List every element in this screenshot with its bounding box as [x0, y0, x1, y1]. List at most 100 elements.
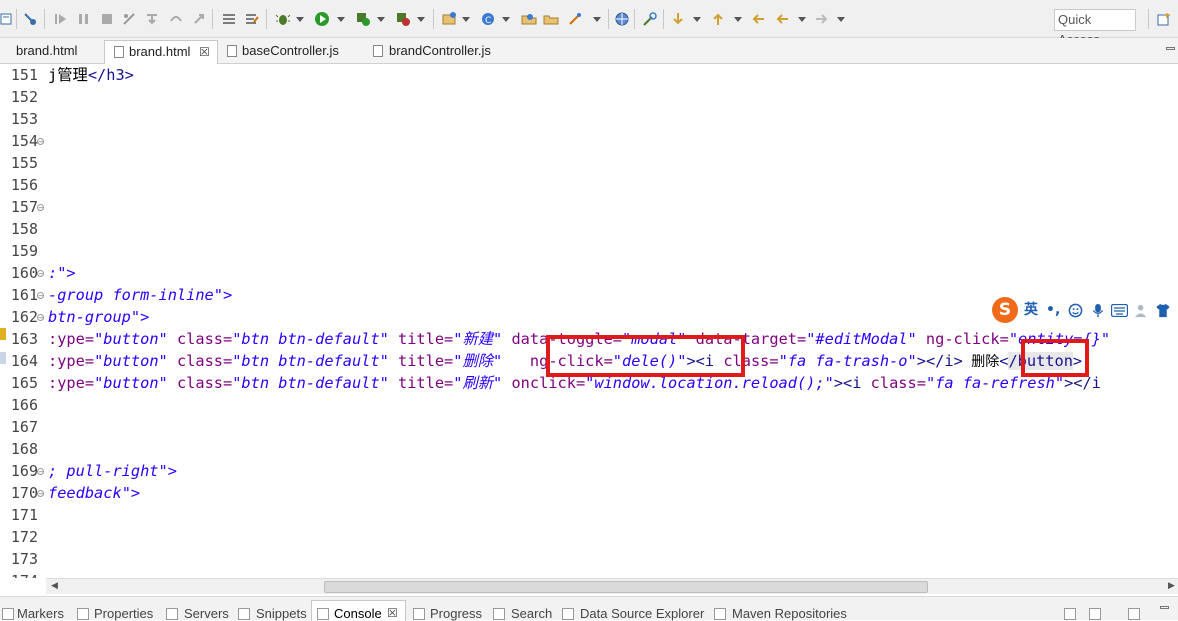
tab-markers[interactable]: Markers	[17, 606, 64, 621]
run-launcher-icon[interactable]	[567, 11, 583, 27]
line-number: 160	[10, 264, 38, 282]
toggle-mark-icon[interactable]	[244, 11, 260, 27]
search-pen-icon[interactable]	[642, 11, 658, 27]
next-annotation-icon[interactable]	[670, 11, 686, 27]
tab-servers[interactable]: Servers	[184, 606, 229, 621]
user-settings-icon[interactable]	[1134, 303, 1149, 318]
js-file-icon	[227, 45, 237, 57]
new-class-icon[interactable]: C	[480, 11, 496, 27]
step-into-icon[interactable]	[144, 11, 160, 27]
toolbar-separator	[266, 9, 267, 29]
launcher-dropdown-icon[interactable]	[593, 17, 601, 22]
toolbar-separator	[608, 9, 609, 29]
scroll-right-icon[interactable]: ▶	[1168, 581, 1175, 591]
skin-icon[interactable]	[1155, 303, 1171, 318]
skip-breakpoints-icon[interactable]	[22, 11, 38, 27]
new-server-icon[interactable]	[441, 11, 457, 27]
scroll-left-icon[interactable]: ◀	[51, 581, 58, 591]
horizontal-scrollbar[interactable]: ◀ ▶	[46, 578, 1178, 594]
run-server-dropdown-icon[interactable]	[377, 17, 385, 22]
tab-brandcontroller-js[interactable]: brandController.js	[368, 40, 508, 64]
close-icon[interactable]: ☒	[387, 606, 398, 620]
quick-access-field[interactable]: Quick Access	[1054, 9, 1136, 47]
line-number: 154	[10, 132, 38, 150]
svg-text:C: C	[485, 16, 491, 26]
external-tools-dropdown-icon[interactable]	[417, 17, 425, 22]
markers-icon	[2, 608, 14, 620]
ime-toolbar[interactable]: S 英 •,	[992, 296, 1178, 324]
ime-language-toggle[interactable]: 英	[1024, 300, 1038, 320]
step-over-icon[interactable]	[168, 11, 184, 27]
search-icon	[493, 608, 505, 620]
tab-basecontroller-js[interactable]: baseController.js	[222, 40, 362, 64]
new-class-dropdown-icon[interactable]	[502, 17, 510, 22]
emoji-icon[interactable]	[1068, 303, 1083, 318]
ime-punctuation-toggle[interactable]: •,	[1046, 300, 1060, 320]
open-perspective-icon[interactable]	[1156, 11, 1172, 27]
microphone-icon[interactable]	[1091, 303, 1105, 318]
tab-brand-html-2[interactable]: brand.html ☒	[104, 40, 218, 64]
suspend-icon[interactable]	[76, 11, 92, 27]
globe-icon[interactable]	[614, 11, 630, 27]
external-tools-icon[interactable]	[395, 11, 411, 27]
forward-dropdown-icon[interactable]	[837, 17, 845, 22]
highlight-box-ng-click	[546, 335, 745, 377]
run-server-icon[interactable]	[355, 11, 371, 27]
debug-icon[interactable]	[275, 11, 291, 27]
open-folder-icon[interactable]	[543, 11, 559, 27]
next-annotation-dropdown-icon[interactable]	[693, 17, 701, 22]
debug-dropdown-icon[interactable]	[296, 17, 304, 22]
tab-progress[interactable]: Progress	[430, 606, 482, 621]
resume-icon[interactable]	[53, 11, 69, 27]
run-icon[interactable]	[314, 11, 330, 27]
window-icon[interactable]	[0, 11, 16, 27]
tab-brand-html-1[interactable]: brand.html	[0, 40, 100, 64]
last-edit-icon[interactable]	[750, 11, 766, 27]
keyboard-icon[interactable]	[1111, 304, 1128, 317]
line-number: 171	[10, 506, 38, 524]
snippets-icon	[238, 608, 250, 620]
open-console-icon[interactable]	[1128, 608, 1140, 620]
pin-icon[interactable]	[1064, 608, 1076, 620]
forward-icon[interactable]	[814, 11, 830, 27]
tab-data-source-explorer[interactable]: Data Source Explorer	[580, 606, 704, 621]
line-number: 158	[10, 220, 38, 238]
minimize-icon[interactable]	[1160, 606, 1169, 609]
scrollbar-thumb[interactable]	[324, 581, 928, 593]
line-number: 173	[10, 550, 38, 568]
line-number: 168	[10, 440, 38, 458]
code-editor[interactable]: − − − − − − − j管理</h3> :"> -group form-i…	[0, 64, 1178, 578]
line-number: 156	[10, 176, 38, 194]
terminate-icon[interactable]	[99, 11, 115, 27]
previous-annotation-icon[interactable]	[710, 11, 726, 27]
data-source-icon	[562, 608, 574, 620]
open-type-icon[interactable]	[521, 11, 537, 27]
disconnect-icon[interactable]	[121, 11, 137, 27]
toolbar-separator	[433, 9, 434, 29]
line-number: 151	[10, 66, 38, 84]
tab-maven-repositories[interactable]: Maven Repositories	[732, 606, 847, 621]
back-icon[interactable]	[774, 11, 790, 27]
run-dropdown-icon[interactable]	[337, 17, 345, 22]
close-icon[interactable]: ☒	[199, 41, 210, 63]
menu-lines-icon[interactable]	[221, 11, 237, 27]
tab-console[interactable]: Console	[334, 606, 382, 621]
previous-annotation-dropdown-icon[interactable]	[734, 17, 742, 22]
display-console-icon[interactable]	[1089, 608, 1101, 620]
line-number: 165	[10, 374, 38, 392]
back-dropdown-icon[interactable]	[798, 17, 806, 22]
properties-icon	[77, 608, 89, 620]
console-icon	[317, 608, 329, 620]
tab-label: baseController.js	[242, 43, 339, 58]
tab-snippets[interactable]: Snippets	[256, 606, 307, 621]
tab-properties[interactable]: Properties	[94, 606, 153, 621]
line-numbers: 151 152 153 154 155 156 157 158 159 160 …	[0, 64, 46, 578]
tab-search[interactable]: Search	[511, 606, 552, 621]
new-server-dropdown-icon[interactable]	[462, 17, 470, 22]
sogou-logo-icon[interactable]: S	[992, 297, 1018, 323]
file-icon	[114, 46, 124, 58]
line-number: 152	[10, 88, 38, 106]
step-return-icon[interactable]	[191, 11, 207, 27]
minimize-icon[interactable]	[1166, 47, 1175, 50]
line-number: 174	[4, 570, 38, 578]
